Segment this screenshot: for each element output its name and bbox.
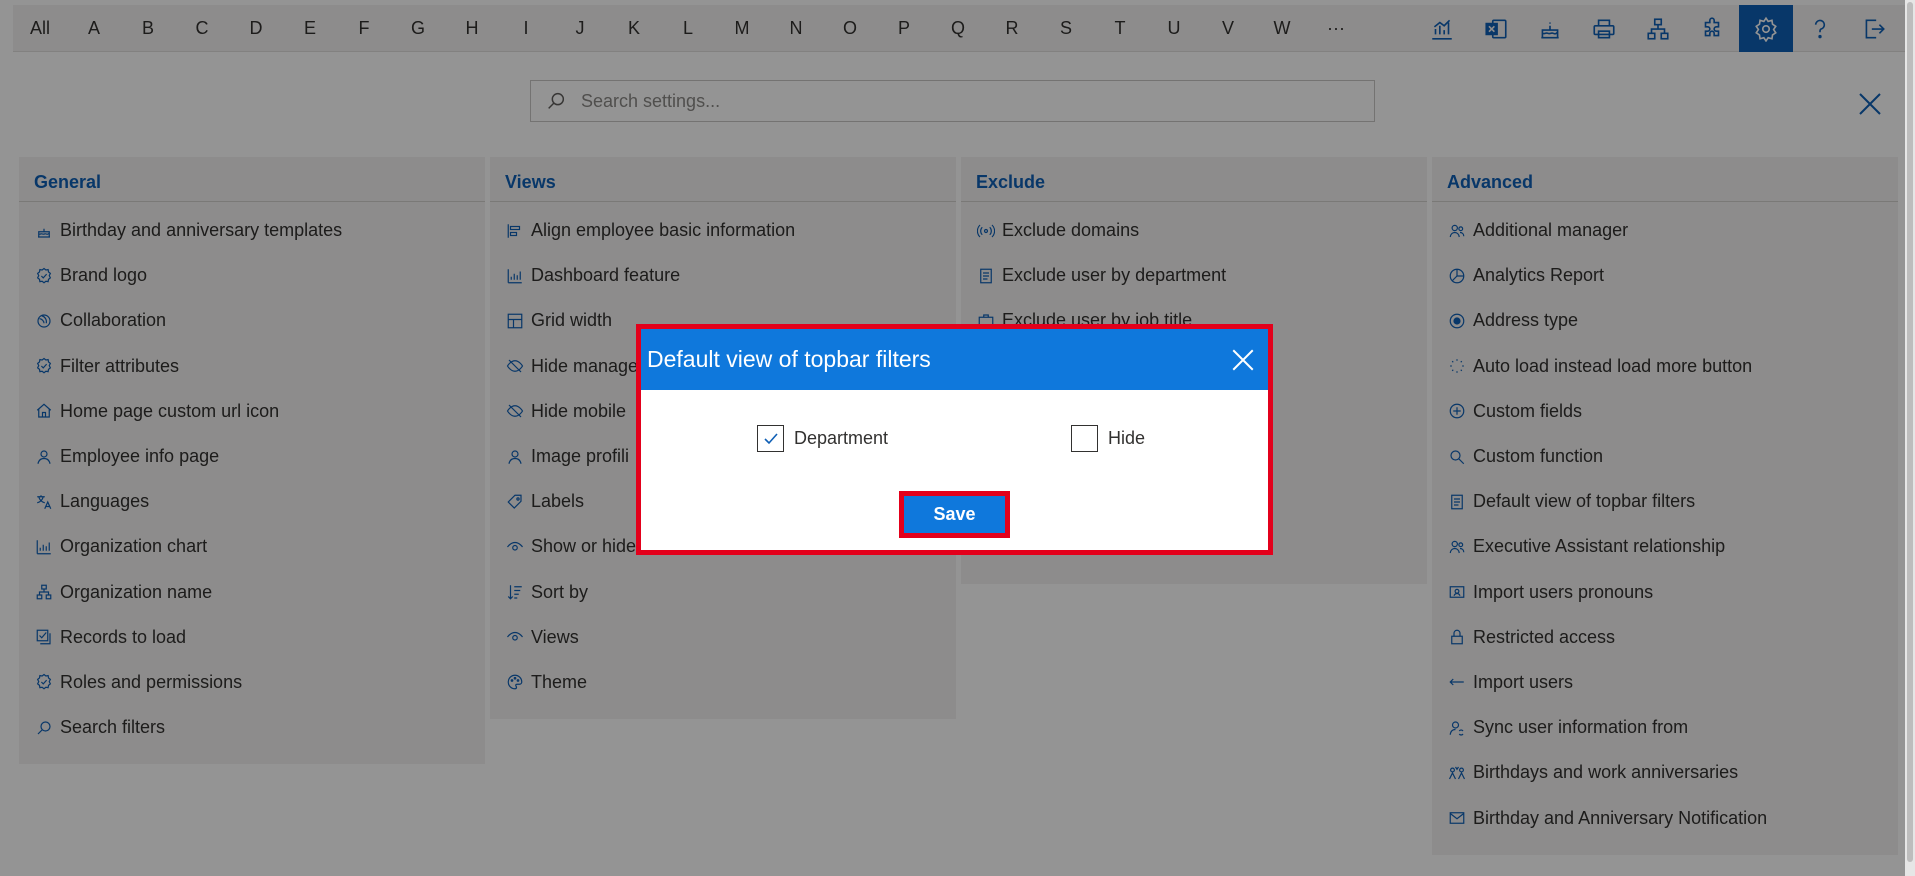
department-option[interactable]: Department [757,425,888,452]
save-button-highlight: Save [899,491,1010,538]
default-view-dialog: Default view of topbar filters Departmen… [636,324,1273,555]
hide-checkbox[interactable] [1071,425,1098,452]
checkmark-icon [763,432,778,444]
dialog-title: Default view of topbar filters [647,346,931,372]
page-scrollbar[interactable] [1905,0,1915,876]
close-icon[interactable] [1228,345,1258,375]
save-button[interactable]: Save [904,496,1005,533]
scrollbar-thumb[interactable] [1907,2,1913,862]
department-checkbox[interactable] [757,425,784,452]
hide-option[interactable]: Hide [1071,425,1145,452]
hide-label: Hide [1108,428,1146,448]
department-label: Department [794,428,889,448]
dialog-header: Default view of topbar filters [641,329,1268,390]
